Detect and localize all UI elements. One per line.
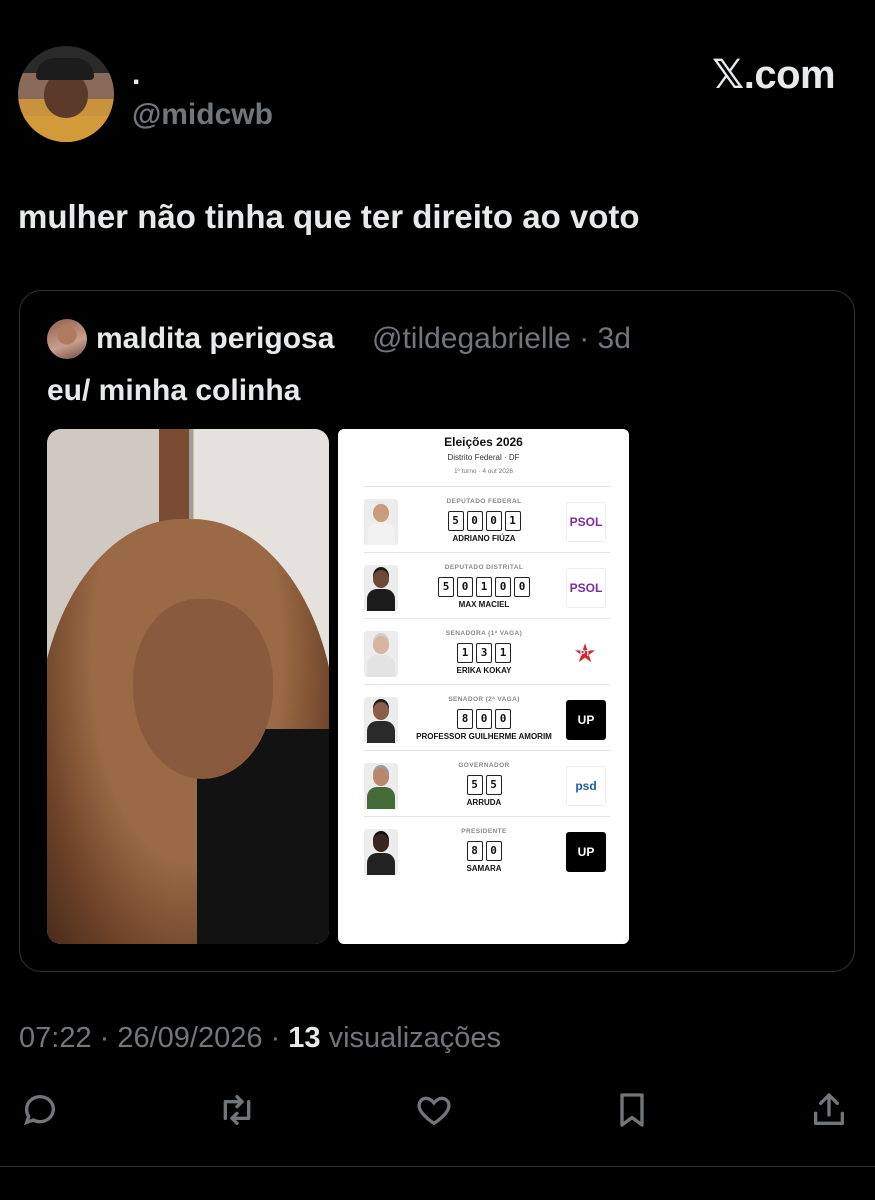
- number-digit: 1: [457, 643, 473, 663]
- number-digit: 0: [495, 577, 511, 597]
- number-digit: 0: [457, 577, 473, 597]
- ballot-subtitle: Distrito Federal · DF: [447, 453, 520, 462]
- candidate-role: SENADOR (2ª VAGA): [448, 696, 520, 703]
- bookmark-icon[interactable]: [612, 1090, 652, 1130]
- number-digit: 0: [485, 841, 502, 861]
- party-label: UP: [577, 845, 595, 859]
- ballot-row-divider: [364, 618, 610, 619]
- candidate-number: 50100: [394, 577, 574, 597]
- number-digit: 1: [476, 577, 492, 597]
- ballot-row-divider: [364, 552, 610, 553]
- party-label: PSOL: [569, 581, 603, 595]
- ballot-date: 1º turno · 4 out 2026: [453, 468, 514, 475]
- candidate-photo: [364, 499, 398, 545]
- number-digit: 0: [476, 709, 492, 729]
- candidate-name: ARRUDA: [466, 798, 502, 807]
- number-digit: 0: [466, 511, 483, 531]
- candidate-photo: [364, 697, 398, 743]
- candidate-number: 800: [394, 709, 574, 729]
- quote-author-name[interactable]: maldita perigosa: [96, 322, 334, 356]
- number-digit: 3: [476, 643, 492, 663]
- tweet-text: mulher não tinha que ter direito ao voto: [18, 198, 640, 235]
- candidate-name: SAMARA: [466, 864, 502, 873]
- number-digit: 1: [504, 511, 521, 531]
- number-digit: 0: [485, 511, 502, 531]
- x-logo: 𝕏.com: [712, 53, 836, 97]
- number-digit: 5: [466, 775, 483, 795]
- tweet-timestamp[interactable]: 07:22 · 26/09/2026 ·: [19, 1022, 288, 1054]
- psd-logo: psd: [566, 766, 606, 806]
- party-label: psd: [575, 779, 597, 793]
- tweet-meta: 07:22 · 26/09/2026 · 13 visualizações: [19, 1022, 501, 1055]
- candidate-number: 5001: [394, 511, 574, 531]
- ballot-title: Eleições 2026: [444, 435, 523, 449]
- divider: [0, 1166, 875, 1167]
- psol-sun-logo: PSOL: [566, 502, 606, 542]
- author-display-name[interactable]: .: [132, 60, 140, 90]
- ballot-row-divider: [364, 750, 610, 751]
- ballot-row-divider: [364, 684, 610, 685]
- party-label: UP: [577, 713, 595, 727]
- quote-photo-selfie[interactable]: [47, 429, 329, 944]
- share-icon[interactable]: [809, 1090, 849, 1130]
- candidate-photo: [364, 565, 398, 611]
- candidate-name: ADRIANO FIÚZA: [452, 534, 516, 543]
- candidate-photo: [364, 829, 398, 875]
- ballot-row-divider: [364, 816, 610, 817]
- up-fist-logo: UP: [566, 832, 606, 872]
- ballot-row-divider: [364, 486, 610, 487]
- candidate-number: 80: [394, 841, 574, 861]
- candidate-name: MAX MACIEL: [458, 600, 510, 609]
- pt-star-logo: ★ PT: [566, 634, 604, 672]
- candidate-role: GOVERNADOR: [458, 762, 510, 769]
- quote-text: eu/ minha colinha: [47, 374, 301, 407]
- views-label: visualizações: [320, 1022, 502, 1054]
- candidate-role: PRESIDENTE: [461, 828, 507, 835]
- candidate-number: 55: [394, 775, 574, 795]
- up-fist-logo: UP: [566, 700, 606, 740]
- number-digit: 0: [495, 709, 511, 729]
- number-digit: 5: [485, 775, 502, 795]
- candidate-photo: [364, 631, 398, 677]
- author-handle[interactable]: @midcwb: [132, 98, 273, 132]
- candidate-role: SENADORA (1ª VAGA): [445, 630, 523, 637]
- party-label: PT: [579, 648, 591, 658]
- number-digit: 1: [495, 643, 511, 663]
- candidate-name: PROFESSOR GUILHERME AMORIM: [416, 732, 552, 741]
- view-count: 13: [288, 1022, 321, 1054]
- candidate-role: DEPUTADO FEDERAL: [446, 498, 522, 505]
- quote-author-avatar[interactable]: [47, 319, 87, 359]
- number-digit: 8: [457, 709, 473, 729]
- candidate-name: ERIKA KOKAY: [456, 666, 512, 675]
- quote-author-handle[interactable]: @tildegabrielle · 3d: [372, 322, 631, 356]
- party-label: PSOL: [569, 515, 603, 529]
- number-digit: 5: [447, 511, 464, 531]
- candidate-role: DEPUTADO DISTRITAL: [444, 564, 524, 571]
- author-avatar[interactable]: [18, 46, 114, 142]
- number-digit: 8: [466, 841, 483, 861]
- retweet-icon[interactable]: [217, 1090, 257, 1130]
- psol-sun-logo: PSOL: [566, 568, 606, 608]
- candidate-photo: [364, 763, 398, 809]
- quote-photo-ballot[interactable]: Eleições 2026 Distrito Federal · DF 1º t…: [338, 429, 629, 944]
- candidate-number: 131: [394, 643, 574, 663]
- number-digit: 5: [438, 577, 454, 597]
- number-digit: 0: [514, 577, 530, 597]
- reply-icon[interactable]: [20, 1090, 60, 1130]
- like-icon[interactable]: [414, 1090, 454, 1130]
